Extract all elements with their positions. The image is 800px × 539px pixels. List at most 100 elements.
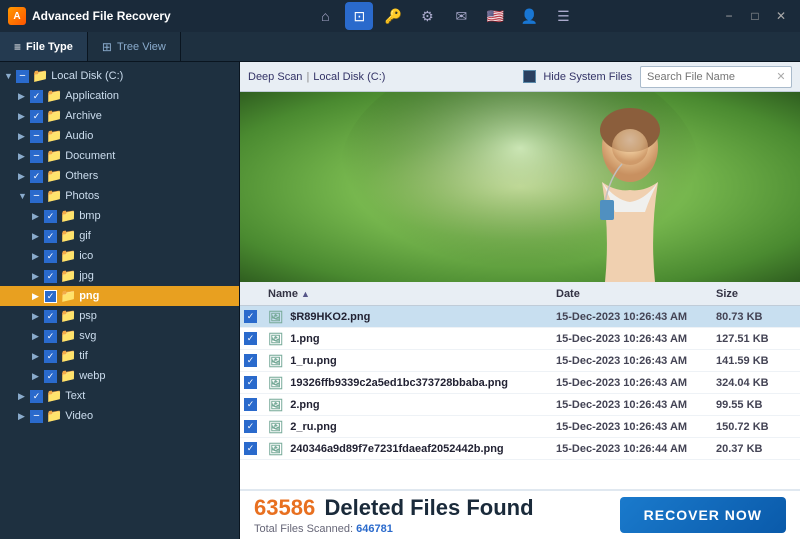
settings-icon[interactable]: ⚙ <box>413 2 441 30</box>
file-icon: 🖼 <box>268 310 283 324</box>
hide-system-files-toggle[interactable]: Hide System Files <box>523 70 632 83</box>
checkbox-webp[interactable] <box>44 370 57 383</box>
minimize-button[interactable]: − <box>718 5 740 27</box>
checkbox-video[interactable] <box>30 410 43 423</box>
tree-item-svg[interactable]: ▶ 📁 svg <box>0 326 239 346</box>
expand-icon: ▶ <box>32 351 42 362</box>
tree-item-video[interactable]: ▶ 📁 Video <box>0 406 239 426</box>
tab-file-type[interactable]: ≡ File Type <box>0 32 88 61</box>
file-checkbox-2[interactable] <box>244 354 257 367</box>
file-row[interactable]: 🖼 19326ffb9339c2a5ed1bc373728bbaba.png 1… <box>240 372 800 394</box>
right-panel: Deep Scan | Local Disk (C:) Hide System … <box>240 62 800 539</box>
tree-item-webp[interactable]: ▶ 📁 webp <box>0 366 239 386</box>
checkbox-audio[interactable] <box>30 130 43 143</box>
search-clear-button[interactable]: ✕ <box>771 67 791 87</box>
checkbox-gif[interactable] <box>44 230 57 243</box>
tree-item-ico[interactable]: ▶ 📁 ico <box>0 246 239 266</box>
tree-item-text[interactable]: ▶ 📁 Text <box>0 386 239 406</box>
file-checkbox-6[interactable] <box>244 442 257 455</box>
checkbox-application[interactable] <box>30 90 43 103</box>
file-type-icon: ≡ <box>14 40 21 54</box>
tree-label-webp: webp <box>79 370 105 382</box>
file-checkbox-0[interactable] <box>244 310 257 323</box>
file-row[interactable]: 🖼 2_ru.png 15-Dec-2023 10:26:43 AM 150.7… <box>240 416 800 438</box>
tree-item-png[interactable]: ▶ 📁 png <box>0 286 239 306</box>
checkbox-photos[interactable] <box>30 190 43 203</box>
recover-now-button[interactable]: RECOVER NOW <box>620 497 786 533</box>
file-row[interactable]: 🖼 1_ru.png 15-Dec-2023 10:26:43 AM 141.5… <box>240 350 800 372</box>
scan-icon[interactable]: ⊡ <box>345 2 373 30</box>
hide-sys-checkbox[interactable] <box>523 70 536 83</box>
checkbox-jpg[interactable] <box>44 270 57 283</box>
close-button[interactable]: ✕ <box>770 5 792 27</box>
tree-label-psp: psp <box>79 310 97 322</box>
checkbox-ico[interactable] <box>44 250 57 263</box>
title-bar-left: A Advanced File Recovery <box>8 7 171 25</box>
breadcrumb: Deep Scan | Local Disk (C:) <box>248 71 385 83</box>
checkbox-others[interactable] <box>30 170 43 183</box>
file-date-5: 15-Dec-2023 10:26:43 AM <box>556 421 716 433</box>
tree-item-document[interactable]: ▶ 📁 Document <box>0 146 239 166</box>
expand-icon: ▼ <box>18 191 28 201</box>
tree-item-jpg[interactable]: ▶ 📁 jpg <box>0 266 239 286</box>
file-row[interactable]: 🖼 1.png 15-Dec-2023 10:26:43 AM 127.51 K… <box>240 328 800 350</box>
tree-item-psp[interactable]: ▶ 📁 psp <box>0 306 239 326</box>
tree-item-local-disk[interactable]: ▼ 📁 Local Disk (C:) <box>0 66 239 86</box>
file-size-3: 324.04 KB <box>716 377 796 389</box>
file-checkbox-3[interactable] <box>244 376 257 389</box>
file-row[interactable]: 🖼 2.png 15-Dec-2023 10:26:43 AM 99.55 KB <box>240 394 800 416</box>
tab-tree-view[interactable]: ⊞ Tree View <box>88 32 181 61</box>
checkbox-document[interactable] <box>30 150 43 163</box>
folder-icon: 📁 <box>60 328 76 344</box>
tree-item-bmp[interactable]: ▶ 📁 bmp <box>0 206 239 226</box>
file-icon: 🖼 <box>268 332 283 346</box>
file-name-6: 240346a9d89f7e7231fdaeaf2052442b.png <box>290 443 556 455</box>
folder-icon: 📁 <box>46 88 62 104</box>
header-name-label: Name <box>268 288 298 300</box>
home-icon[interactable]: ⌂ <box>311 2 339 30</box>
maximize-button[interactable]: □ <box>744 5 766 27</box>
search-input[interactable] <box>641 71 771 83</box>
left-panel: ▼ 📁 Local Disk (C:) ▶ 📁 Application ▶ 📁 … <box>0 62 240 539</box>
tree-label-svg: svg <box>79 330 96 342</box>
file-checkbox-4[interactable] <box>244 398 257 411</box>
tree-label-video: Video <box>65 410 93 422</box>
checkbox-tif[interactable] <box>44 350 57 363</box>
file-list[interactable]: Name ▲ Date Size 🖼 $R89HKO2.png 15-Dec-2… <box>240 282 800 489</box>
checkbox-png[interactable] <box>44 290 57 303</box>
flag-icon[interactable]: 🇺🇸 <box>481 2 509 30</box>
file-icon: 🖼 <box>268 354 283 368</box>
search-box[interactable]: ✕ <box>640 66 792 88</box>
checkbox-local-disk[interactable] <box>16 70 29 83</box>
tree-container[interactable]: ▼ 📁 Local Disk (C:) ▶ 📁 Application ▶ 📁 … <box>0 62 239 539</box>
checkbox-archive[interactable] <box>30 110 43 123</box>
tree-item-audio[interactable]: ▶ 📁 Audio <box>0 126 239 146</box>
tree-item-others[interactable]: ▶ 📁 Others <box>0 166 239 186</box>
tree-item-gif[interactable]: ▶ 📁 gif <box>0 226 239 246</box>
file-checkbox-1[interactable] <box>244 332 257 345</box>
tree-item-photos[interactable]: ▼ 📁 Photos <box>0 186 239 206</box>
tree-item-tif[interactable]: ▶ 📁 tif <box>0 346 239 366</box>
folder-icon: 📁 <box>46 168 62 184</box>
folder-icon: 📁 <box>46 408 62 424</box>
file-row[interactable]: 🖼 $R89HKO2.png 15-Dec-2023 10:26:43 AM 8… <box>240 306 800 328</box>
checkbox-bmp[interactable] <box>44 210 57 223</box>
header-name[interactable]: Name ▲ <box>268 288 556 300</box>
file-row[interactable]: 🖼 240346a9d89f7e7231fdaeaf2052442b.png 1… <box>240 438 800 460</box>
account-icon[interactable]: 👤 <box>515 2 543 30</box>
file-checkbox-5[interactable] <box>244 420 257 433</box>
checkbox-svg[interactable] <box>44 330 57 343</box>
tree-view-icon: ⊞ <box>102 40 112 54</box>
header-date[interactable]: Date <box>556 288 716 300</box>
file-list-header: Name ▲ Date Size <box>240 282 800 306</box>
expand-icon: ▶ <box>18 111 28 122</box>
menu-icon[interactable]: ☰ <box>549 2 577 30</box>
header-size[interactable]: Size <box>716 288 796 300</box>
tree-item-archive[interactable]: ▶ 📁 Archive <box>0 106 239 126</box>
main-area: ▼ 📁 Local Disk (C:) ▶ 📁 Application ▶ 📁 … <box>0 62 800 539</box>
tree-item-application[interactable]: ▶ 📁 Application <box>0 86 239 106</box>
key-icon[interactable]: 🔑 <box>379 2 407 30</box>
checkbox-psp[interactable] <box>44 310 57 323</box>
checkbox-text[interactable] <box>30 390 43 403</box>
mail-icon[interactable]: ✉ <box>447 2 475 30</box>
